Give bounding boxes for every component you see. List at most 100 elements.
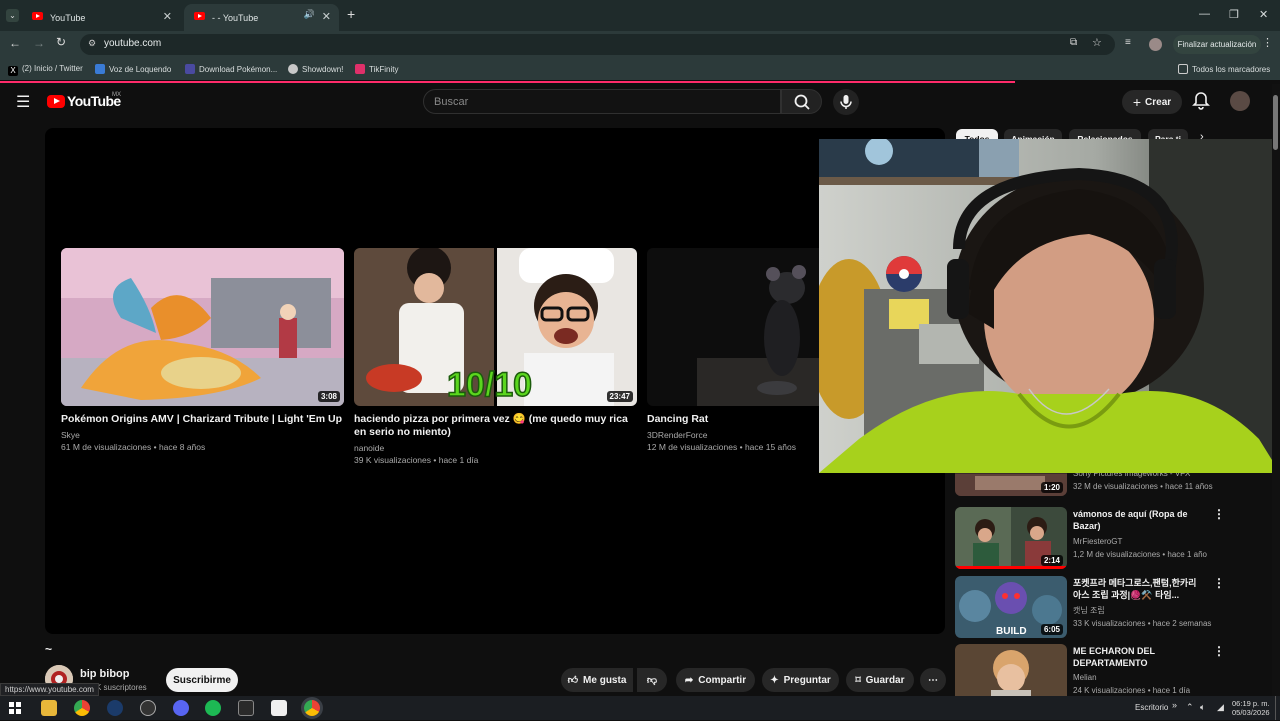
video-thumbnail[interactable] bbox=[955, 644, 1067, 696]
hamburger-menu-icon[interactable]: ☰ bbox=[16, 92, 30, 112]
speaker-icon[interactable]: 🔊 bbox=[304, 9, 315, 20]
tab-search-icon[interactable]: ⌄ bbox=[6, 9, 19, 22]
file-explorer-icon[interactable] bbox=[41, 700, 57, 716]
bookmark-showdown[interactable]: Showdown! bbox=[288, 64, 343, 74]
duration-badge: 6:05 bbox=[1040, 624, 1063, 635]
save-button[interactable]: ⌑ Guardar bbox=[846, 668, 914, 692]
tray-up-arrow-icon[interactable]: ⌃ bbox=[1186, 702, 1194, 713]
create-label: Crear bbox=[1145, 96, 1172, 108]
voice-search-button[interactable] bbox=[833, 89, 859, 115]
related-title: vámonos de aquí (Ropa de Bazar) bbox=[1073, 509, 1188, 531]
notifications-bell-icon[interactable] bbox=[1192, 91, 1210, 116]
ask-label: Preguntar bbox=[783, 674, 831, 686]
bookmark-icon: ⌑ bbox=[855, 674, 861, 686]
more-options-icon[interactable]: ⋮ bbox=[1213, 644, 1225, 658]
obs-icon[interactable] bbox=[140, 700, 156, 716]
desktop-toolbar-label[interactable]: Escritorio bbox=[1135, 703, 1168, 712]
related-meta: 33 K visualizaciones • hace 2 semanas bbox=[1073, 619, 1212, 628]
video-thumbnail[interactable]: 10/10 23:47 bbox=[354, 248, 637, 406]
search-input[interactable]: Buscar bbox=[423, 89, 781, 114]
all-bookmarks[interactable]: Todos los marcadores bbox=[1178, 64, 1270, 74]
video-thumbnail[interactable]: 3:08 bbox=[61, 248, 344, 406]
menu-kebab-icon[interactable]: ⋮ bbox=[1262, 36, 1273, 49]
bookmark-tikfinity[interactable]: TikFinity bbox=[355, 64, 398, 74]
epic-games-icon[interactable] bbox=[238, 700, 254, 716]
endscreen-card[interactable]: 10/10 23:47 haciendo pizza por primera v… bbox=[354, 248, 637, 470]
site-info-icon[interactable]: ⚙ bbox=[88, 38, 96, 49]
card-meta: 39 K visualizaciones • hace 1 día bbox=[354, 455, 479, 465]
chrome-active-icon[interactable] bbox=[304, 700, 320, 716]
dislike-button[interactable]: 👎︎ bbox=[637, 668, 667, 692]
duration-badge: 3:08 bbox=[317, 391, 340, 402]
more-options-icon[interactable]: ⋮ bbox=[1213, 576, 1225, 590]
like-button[interactable]: 👍︎ Me gusta bbox=[561, 668, 633, 692]
clock-date: 05/03/2026 bbox=[1232, 708, 1270, 717]
channel-name[interactable]: bip bibop bbox=[80, 668, 129, 680]
loquendo-icon bbox=[95, 64, 105, 74]
update-button[interactable]: Finalizar actualización bbox=[1173, 35, 1261, 54]
share-button[interactable]: ➦ Compartir bbox=[676, 668, 755, 692]
youtube-favicon-icon bbox=[32, 12, 43, 20]
related-video-item[interactable]: 2:14 vámonos de aquí (Ropa de Bazar) MrF… bbox=[955, 507, 1225, 571]
related-meta: 24 K visualizaciones • hace 1 día bbox=[1073, 686, 1191, 695]
bookmark-loquendo[interactable]: Voz de Loquendo bbox=[95, 64, 171, 74]
minimize-icon[interactable]: — bbox=[1199, 8, 1210, 20]
close-tab-icon[interactable]: ✕ bbox=[322, 10, 331, 23]
scrollbar-thumb[interactable] bbox=[1273, 95, 1278, 150]
more-horizontal-icon: ⋯ bbox=[928, 674, 938, 686]
system-clock[interactable]: 06:19 p. m. 05/03/2026 bbox=[1232, 699, 1270, 717]
close-window-icon[interactable]: ✕ bbox=[1259, 8, 1268, 21]
spotify-icon[interactable] bbox=[205, 700, 221, 716]
endscreen-card[interactable]: 3:08 Pokémon Origins AMV | Charizard Tri… bbox=[61, 248, 344, 458]
related-video-item[interactable]: ME ECHARON DEL DEPARTAMENTO Melian 24 K … bbox=[955, 644, 1225, 696]
video-thumbnail[interactable]: 2:14 bbox=[955, 507, 1067, 569]
reading-list-icon[interactable]: ≡ bbox=[1125, 37, 1131, 48]
ask-button[interactable]: ✦ Preguntar bbox=[762, 668, 839, 692]
video-thumbnail[interactable] bbox=[647, 248, 819, 406]
steam-icon[interactable] bbox=[107, 700, 123, 716]
profile-avatar[interactable] bbox=[1149, 38, 1162, 51]
sparkle-icon: ✦ bbox=[770, 674, 779, 686]
restore-icon[interactable]: ❐ bbox=[1229, 8, 1239, 21]
more-options-icon[interactable]: ⋮ bbox=[1213, 507, 1225, 521]
status-bar-url: https://www.youtube.com bbox=[0, 683, 99, 696]
related-video-item[interactable]: BUILD 6:05 포켓프라 메타그로스,팬텀,한카리아스 조립 과정|🧶⚒️… bbox=[955, 576, 1225, 640]
install-app-icon[interactable]: ⧉ bbox=[1070, 37, 1077, 48]
page-scrollbar[interactable] bbox=[1272, 84, 1280, 696]
search-icon bbox=[794, 94, 810, 110]
show-desktop-button[interactable] bbox=[1275, 696, 1280, 720]
folder-icon bbox=[1178, 64, 1188, 74]
endscreen-card[interactable]: Dancing Rat 3DRenderForce 12 M de visual… bbox=[647, 248, 819, 458]
webcam-overlay bbox=[819, 139, 1280, 473]
discord-icon[interactable] bbox=[173, 700, 189, 716]
account-avatar[interactable] bbox=[1230, 91, 1250, 111]
bookmark-pokemon[interactable]: Download Pokémon... bbox=[185, 64, 277, 74]
search-button[interactable] bbox=[781, 89, 822, 114]
address-bar[interactable]: ⚙ youtube.com ⧉ ☆ bbox=[80, 34, 1115, 55]
duration-badge: 2:14 bbox=[1040, 555, 1063, 566]
related-meta: 1,2 M de visualizaciones • hace 1 año bbox=[1073, 550, 1207, 559]
tray-chevron-icon[interactable]: » bbox=[1172, 700, 1177, 710]
capcut-icon[interactable] bbox=[271, 700, 287, 716]
browser-tab-youtube[interactable]: YouTube ✕ bbox=[22, 4, 180, 31]
thumbnail-overlay-text: 10/10 bbox=[447, 366, 532, 404]
chrome-icon[interactable] bbox=[74, 700, 90, 716]
subscribe-button[interactable]: Suscribirme bbox=[166, 668, 238, 692]
video-thumbnail[interactable]: BUILD 6:05 bbox=[955, 576, 1067, 638]
close-tab-icon[interactable]: ✕ bbox=[163, 10, 172, 23]
share-label: Compartir bbox=[698, 674, 747, 686]
bookmark-star-icon[interactable]: ☆ bbox=[1092, 36, 1102, 49]
back-icon[interactable]: ← bbox=[9, 36, 21, 50]
new-tab-icon[interactable]: + bbox=[347, 6, 355, 22]
create-button[interactable]: + Crear bbox=[1122, 90, 1182, 114]
windows-start-icon[interactable] bbox=[7, 700, 23, 716]
network-icon[interactable]: ◢ bbox=[1217, 702, 1224, 713]
browser-tab-strip: ⌄ YouTube ✕ - - YouTube 🔊 ✕ + — ❐ ✕ bbox=[0, 0, 1280, 31]
browser-tab-active[interactable]: - - YouTube 🔊 ✕ bbox=[184, 4, 339, 31]
showdown-icon bbox=[288, 64, 298, 74]
more-actions-button[interactable]: ⋯ bbox=[920, 668, 946, 692]
bookmark-twitter[interactable]: X (2) Inicio / Twitter bbox=[8, 64, 83, 76]
forward-icon[interactable]: → bbox=[33, 36, 45, 50]
reload-icon[interactable]: ↻ bbox=[56, 35, 66, 49]
volume-icon[interactable]: 🔈︎ bbox=[1200, 702, 1205, 713]
